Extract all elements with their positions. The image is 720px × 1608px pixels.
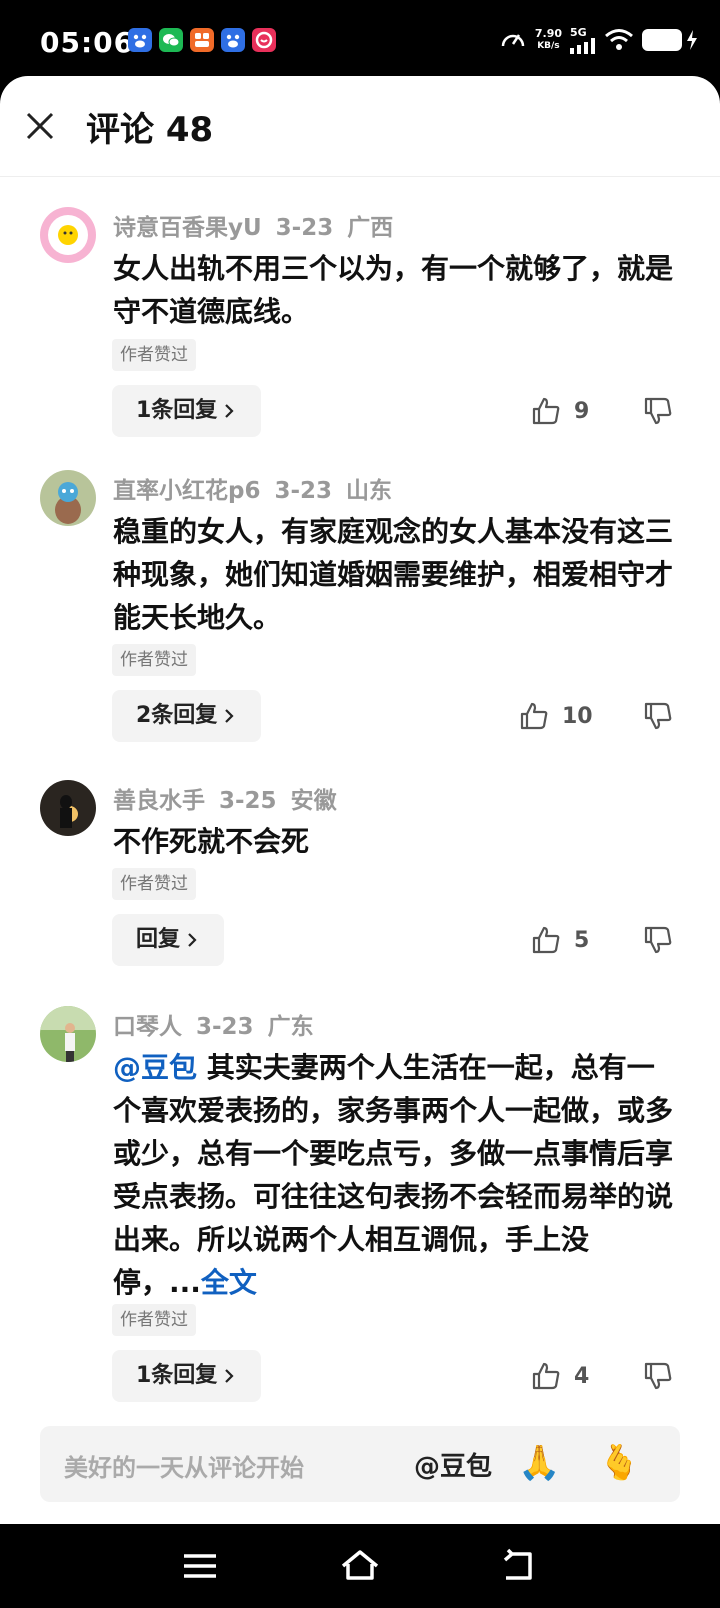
mention-link[interactable]: @豆包 — [113, 1051, 197, 1084]
comment-region: 安徽 — [290, 788, 337, 814]
wifi-icon — [605, 29, 633, 50]
net-speed-value: 7.90 — [534, 27, 562, 40]
comment-list[interactable]: 诗意百香果yU 3-23 广西 女人出轨不用三个以为，有一个就够了，就是守不道德底线… — [0, 177, 720, 1483]
comment-meta: 善良水手 3-25 安徽 — [113, 781, 351, 815]
comment-region: 山东 — [346, 478, 393, 504]
view-replies-button[interactable]: 1条回复 — [112, 1350, 262, 1402]
status-time: 05:06 — [40, 26, 135, 59]
like-button[interactable]: 4 — [530, 1360, 589, 1392]
comment-meta: 口琴人 3-23 广东 — [113, 1007, 328, 1041]
status-bar: 05:06 7.90 KB/s 5G — [0, 0, 720, 80]
home-icon[interactable] — [340, 1548, 380, 1584]
comment-body: 其实夫妻两个人生活在一起，总有一个喜欢爱表扬的，家务事两个人一起做，或多或少，总… — [113, 1051, 674, 1299]
pray-emoji-button[interactable]: 🙏 — [518, 1440, 560, 1486]
reply-button[interactable]: 回复 — [112, 914, 225, 966]
view-replies-button[interactable]: 2条回复 — [112, 690, 262, 742]
battery-icon — [642, 29, 698, 51]
pink-app-icon — [252, 28, 276, 52]
avatar[interactable] — [40, 207, 96, 263]
comment-text[interactable]: 不作死就不会死 — [113, 820, 673, 863]
reply-label: 1条回复 — [136, 398, 218, 423]
comments-header: 评论 48 — [0, 76, 720, 177]
chevron-right-icon — [188, 933, 197, 947]
author-liked-badge: 作者赞过 — [112, 339, 196, 371]
username[interactable]: 口琴人 — [113, 1014, 182, 1040]
username[interactable]: 直率小红花p6 — [113, 478, 260, 504]
comment-meta: 直率小红花p6 3-23 山东 — [113, 471, 406, 505]
reply-label: 1条回复 — [136, 1363, 218, 1388]
comment-region: 广西 — [347, 215, 394, 241]
comment-meta: 诗意百香果yU 3-23 广西 — [113, 208, 407, 242]
back-icon[interactable] — [500, 1548, 540, 1584]
comment-date: 3-23 — [275, 215, 334, 241]
avatar[interactable] — [40, 470, 96, 526]
comment-date: 3-25 — [219, 788, 277, 814]
comment-text[interactable]: 女人出轨不用三个以为，有一个就够了，就是守不道德底线。 — [113, 247, 673, 333]
input-placeholder: 美好的一天从评论开始 — [64, 1454, 304, 1482]
like-count: 10 — [562, 703, 593, 729]
comment-date: 3-23 — [196, 1014, 254, 1040]
view-replies-button[interactable]: 1条回复 — [112, 385, 262, 437]
like-count: 9 — [574, 398, 590, 424]
username[interactable]: 善良水手 — [113, 788, 205, 814]
status-indicators: 7.90 KB/s 5G — [499, 26, 698, 54]
comment-text[interactable]: @豆包 其实夫妻两个人生活在一起，总有一个喜欢爱表扬的，家务事两个人一起做，或多… — [113, 1046, 673, 1304]
comment-date: 3-23 — [274, 478, 333, 504]
like-count: 5 — [574, 927, 590, 953]
finger-heart-emoji-button[interactable]: 🫰 — [598, 1440, 640, 1486]
username[interactable]: 诗意百香果yU — [113, 215, 262, 241]
chevron-right-icon — [225, 1369, 234, 1383]
author-liked-badge: 作者赞过 — [112, 868, 196, 900]
network-type: 5G — [570, 25, 587, 39]
avatar[interactable] — [40, 1006, 96, 1062]
signal-icon: 5G — [570, 27, 596, 54]
wechat-icon — [159, 28, 183, 52]
thumbs-up-icon — [532, 397, 560, 425]
thumbs-down-icon[interactable] — [642, 395, 674, 427]
thumbs-down-icon[interactable] — [642, 700, 674, 732]
menu-icon[interactable] — [180, 1548, 220, 1584]
net-speed-unit: KB/s — [537, 41, 560, 51]
full-text-link[interactable]: 全文 — [201, 1266, 257, 1299]
like-button[interactable]: 10 — [518, 700, 593, 732]
avatar[interactable] — [40, 780, 96, 836]
like-button[interactable]: 5 — [530, 924, 589, 956]
notification-icons — [128, 28, 276, 52]
thumbs-up-icon — [520, 702, 548, 730]
reply-label: 2条回复 — [136, 703, 218, 728]
gauge-icon — [501, 34, 525, 47]
comment-input[interactable]: 美好的一天从评论开始 @豆包 🙏 🫰 — [40, 1426, 680, 1502]
comments-sheet: 评论 48 诗意百香果yU 3-23 广西 女人出轨不用三个以为，有一个就够了，就是… — [0, 76, 720, 1524]
comment-text[interactable]: 稳重的女人，有家庭观念的女人基本没有这三种现象，她们知道婚姻需要维护，相爱相守才… — [113, 510, 673, 639]
comment-region: 广东 — [267, 1014, 314, 1040]
thumbs-up-icon — [532, 1362, 560, 1390]
system-nav-bar — [0, 1524, 720, 1608]
thumbs-up-icon — [532, 926, 560, 954]
baidu-icon — [221, 28, 245, 52]
like-count: 4 — [574, 1363, 590, 1389]
chevron-right-icon — [225, 709, 234, 723]
like-button[interactable]: 9 — [530, 395, 589, 427]
thumbs-down-icon[interactable] — [642, 1360, 674, 1392]
net-speed: 7.90 KB/s — [535, 28, 562, 52]
thumbs-down-icon[interactable] — [642, 924, 674, 956]
author-liked-badge: 作者赞过 — [112, 644, 196, 676]
baidu-icon — [128, 28, 152, 52]
orange-app-icon — [190, 28, 214, 52]
reply-label: 回复 — [136, 927, 181, 952]
chevron-right-icon — [225, 404, 234, 418]
author-liked-badge: 作者赞过 — [112, 1304, 196, 1336]
mention-doubao-button[interactable]: @豆包 — [414, 1446, 492, 1483]
close-icon[interactable] — [24, 110, 56, 142]
page-title: 评论 48 — [86, 110, 214, 150]
